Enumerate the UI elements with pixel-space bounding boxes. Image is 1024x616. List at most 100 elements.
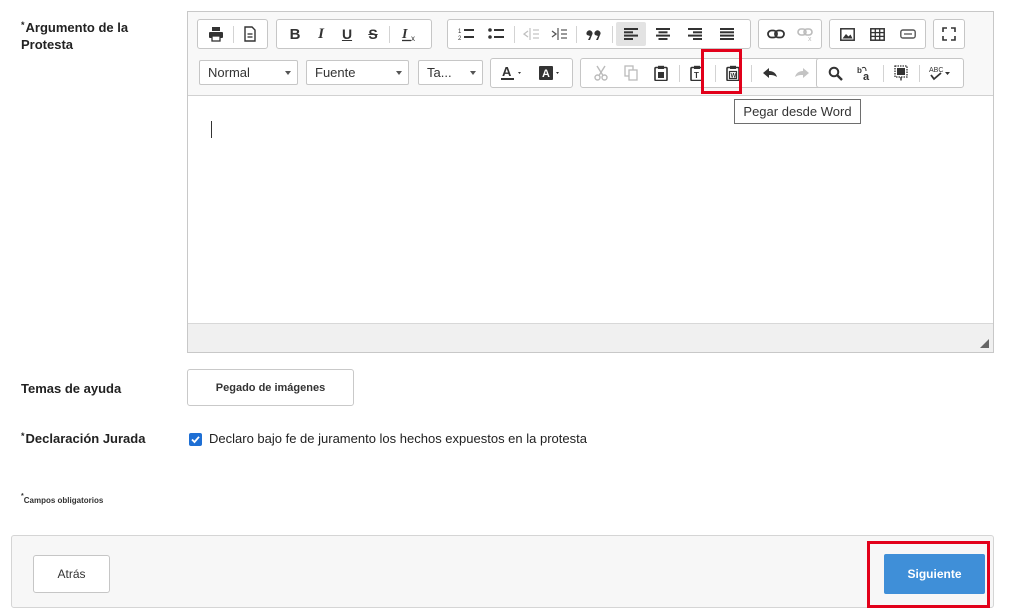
align-left-button[interactable] <box>616 22 646 46</box>
numbered-list-icon: 12 <box>458 27 474 41</box>
link-icon <box>767 29 785 39</box>
argument-label: *Argumento de la Protesta <box>21 20 129 52</box>
image-icon <box>840 27 855 41</box>
form-footer: Atrás Siguiente <box>11 535 994 608</box>
toolbar-separator <box>233 26 234 43</box>
required-fields-note: *Campos obligatorios <box>21 493 104 505</box>
toolbar-group-links: x <box>758 19 822 49</box>
table-button[interactable] <box>863 20 892 48</box>
svg-text:b: b <box>857 66 862 75</box>
toolbar-separator <box>751 65 752 82</box>
print-icon <box>208 26 224 42</box>
chevron-down-icon <box>470 71 476 75</box>
chevron-down-icon <box>396 71 402 75</box>
outdent-button[interactable] <box>518 20 544 48</box>
replace-button[interactable]: ba <box>851 59 879 87</box>
toolbar-group-insert <box>829 19 926 49</box>
find-button[interactable] <box>821 59 849 87</box>
help-label: Temas de ayuda <box>21 381 122 396</box>
cut-button[interactable] <box>587 59 615 87</box>
redo-button[interactable] <box>787 59 817 87</box>
toolbar-group-document <box>197 19 268 49</box>
remove-format-button[interactable]: Ix <box>395 20 425 48</box>
copy-icon <box>624 65 638 81</box>
declaration-checkbox[interactable] <box>189 433 202 446</box>
image-button[interactable] <box>833 20 862 48</box>
preview-button[interactable] <box>236 20 264 48</box>
paste-word-tooltip: Pegar desde Word <box>734 99 861 124</box>
justify-button[interactable] <box>712 20 742 48</box>
font-combo[interactable]: Fuente <box>306 60 409 85</box>
text-color-button[interactable]: A <box>497 59 531 87</box>
undo-icon <box>762 67 778 79</box>
align-center-button[interactable] <box>648 20 678 48</box>
format-combo[interactable]: Normal <box>199 60 298 85</box>
back-button[interactable]: Atrás <box>33 555 110 593</box>
bulleted-list-button[interactable] <box>482 20 510 48</box>
strikethrough-button[interactable]: S <box>361 20 385 48</box>
align-center-icon <box>656 28 670 40</box>
table-icon <box>870 27 885 41</box>
bold-button[interactable]: B <box>283 20 307 48</box>
cut-icon <box>594 65 608 81</box>
italic-button[interactable]: I <box>309 20 333 48</box>
size-combo-value: Ta... <box>427 65 452 80</box>
svg-text:2: 2 <box>458 36 462 41</box>
indent-button[interactable] <box>546 20 572 48</box>
horizontal-line-button[interactable] <box>893 20 922 48</box>
print-button[interactable] <box>202 20 230 48</box>
blockquote-icon <box>586 28 602 40</box>
select-all-icon <box>894 65 908 81</box>
toolbar-separator <box>576 26 577 43</box>
align-left-icon <box>624 28 638 40</box>
bulleted-list-icon <box>488 27 504 41</box>
svg-text:ABC: ABC <box>929 67 943 74</box>
toolbar-group-basicstyles: B I U S Ix <box>276 19 432 49</box>
editor-status-bar <box>188 323 993 352</box>
svg-text:1: 1 <box>458 29 462 35</box>
find-icon <box>828 66 843 81</box>
paste-icon <box>654 65 668 81</box>
unlink-button[interactable]: x <box>792 20 820 48</box>
blockquote-button[interactable] <box>580 20 608 48</box>
required-mark: * <box>21 493 24 500</box>
remove-format-icon: Ix <box>401 26 419 42</box>
align-right-button[interactable] <box>680 20 710 48</box>
paste-button[interactable] <box>647 59 675 87</box>
spellcheck-icon: ABC <box>929 65 953 81</box>
svg-text:T: T <box>694 71 699 80</box>
align-right-icon <box>688 28 702 40</box>
text-cursor <box>211 121 212 138</box>
spellcheck-button[interactable]: ABC <box>923 59 959 87</box>
numbered-list-button[interactable]: 12 <box>452 20 480 48</box>
toolbar-group-editing: ba ABC <box>816 58 964 88</box>
underline-button[interactable]: U <box>335 20 359 48</box>
replace-icon: ba <box>856 65 874 81</box>
link-button[interactable] <box>762 20 790 48</box>
svg-text:A: A <box>542 68 550 80</box>
rich-text-editor: B I U S Ix 12 x Normal Fuente Ta... A A … <box>187 11 994 353</box>
undo-button[interactable] <box>755 59 785 87</box>
toolbar-separator <box>679 65 680 82</box>
toolbar-separator <box>612 26 613 43</box>
format-combo-value: Normal <box>208 65 250 80</box>
select-all-button[interactable] <box>887 59 915 87</box>
justify-icon <box>720 28 734 40</box>
size-combo[interactable]: Ta... <box>418 60 483 85</box>
image-paste-help-button[interactable]: Pegado de imágenes <box>187 369 354 406</box>
svg-text:a: a <box>863 71 870 81</box>
toolbar-group-tools <box>933 19 965 49</box>
redo-icon <box>794 67 810 79</box>
toolbar-separator <box>389 26 390 43</box>
bg-color-button[interactable]: A <box>535 59 569 87</box>
required-mark: * <box>21 431 25 441</box>
maximize-button[interactable] <box>935 20 963 48</box>
horizontal-line-icon <box>899 29 916 39</box>
font-combo-value: Fuente <box>315 65 356 80</box>
resize-handle-icon[interactable] <box>980 339 989 348</box>
copy-button[interactable] <box>617 59 645 87</box>
next-button-highlight <box>867 541 990 608</box>
paste-word-highlight <box>701 49 742 94</box>
editor-content-area[interactable] <box>188 97 993 323</box>
unlink-icon: x <box>797 27 815 41</box>
